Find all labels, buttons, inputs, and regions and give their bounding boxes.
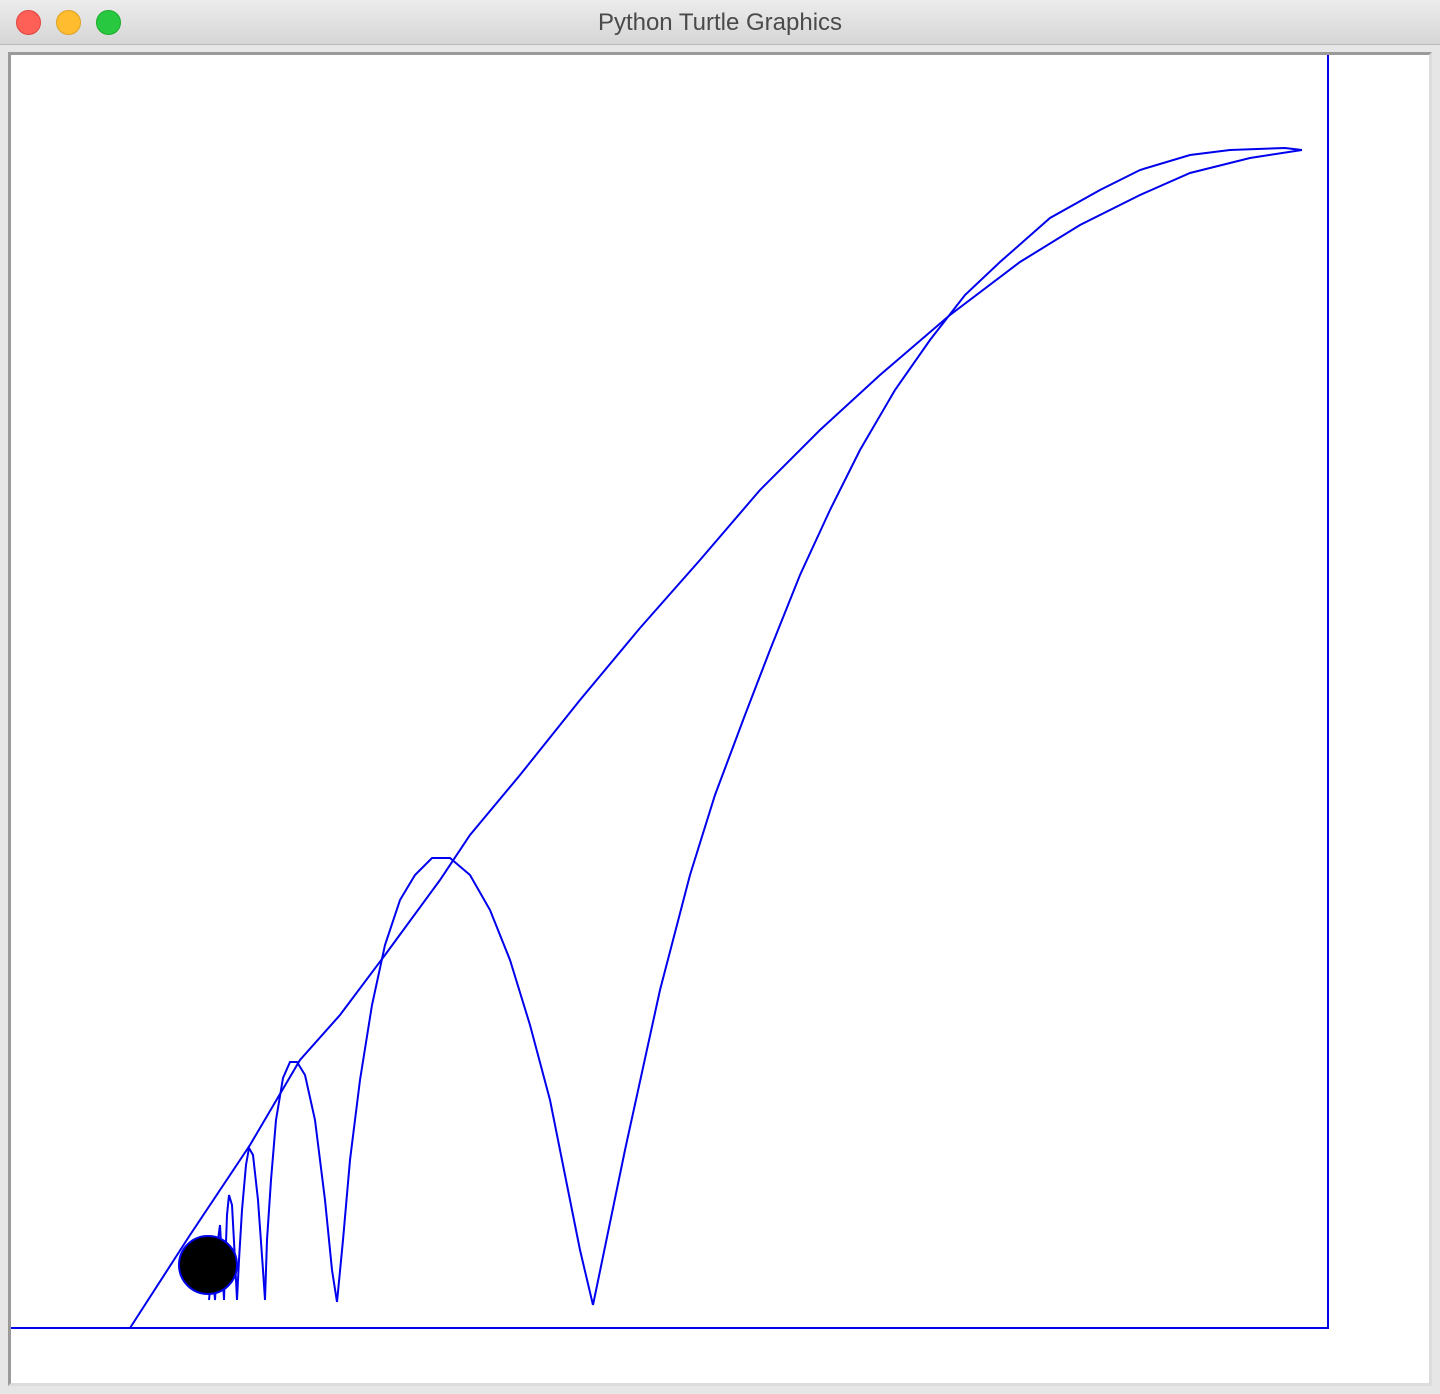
- turtle-canvas-frame[interactable]: [8, 52, 1432, 1386]
- bounce-trail: [336, 857, 594, 1306]
- ball: [178, 1235, 238, 1295]
- trajectory-arc: [592, 146, 1303, 1306]
- title-bar[interactable]: Python Turtle Graphics: [0, 0, 1440, 45]
- turtle-canvas: [11, 55, 1329, 1329]
- bounce-trail: [264, 1061, 338, 1303]
- trajectory-line: [129, 149, 1303, 1329]
- turtle-window: Python Turtle Graphics: [0, 0, 1440, 1394]
- window-title: Python Turtle Graphics: [597, 9, 843, 36]
- box-wall: [11, 55, 1329, 1329]
